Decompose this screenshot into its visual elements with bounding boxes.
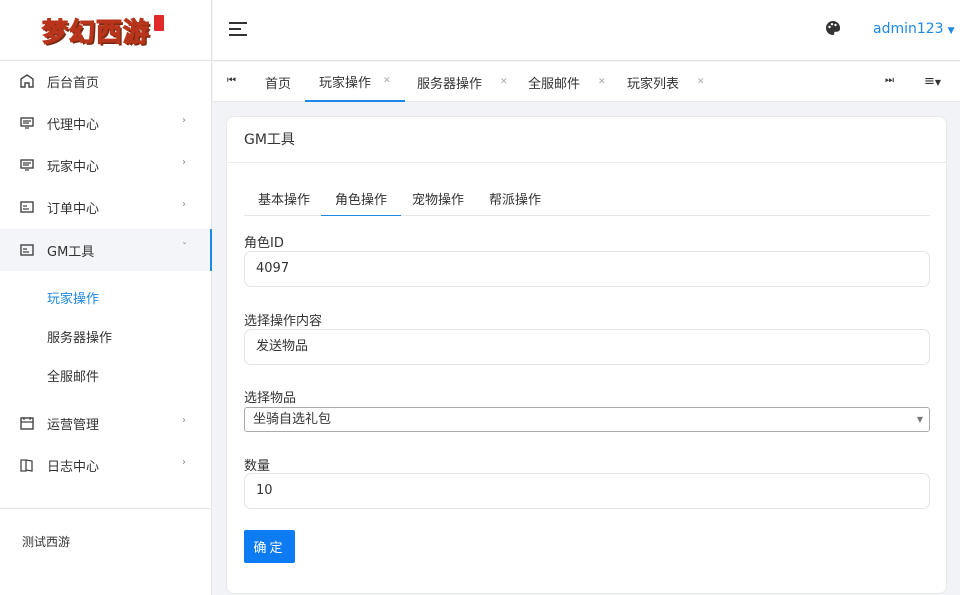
item-select[interactable]: 坐骑自选礼包 ▼ [244, 407, 930, 432]
quantity-input[interactable]: 10 [244, 473, 930, 509]
tab-label: 全服邮件 [528, 76, 581, 92]
card-title: GM工具 [227, 117, 946, 163]
tab-pet-ops[interactable]: 宠物操作 [398, 186, 478, 216]
confirm-button[interactable]: 确定 [244, 530, 295, 563]
sidebar-item-order[interactable]: 订单中心 › [0, 186, 211, 228]
tab-server-ops[interactable]: 服务器操作 ✕ [417, 62, 508, 102]
monitor-icon [19, 157, 35, 173]
tab-label: 玩家列表 [627, 76, 680, 92]
tab-role-ops[interactable]: 角色操作 [321, 186, 402, 216]
sidebar-item-operations[interactable]: 运营管理 › [0, 402, 211, 444]
book-icon [19, 457, 35, 473]
sidebar-item-label: 日志中心 [47, 459, 100, 475]
tab-scroll-right-icon[interactable]: ⏭ [885, 75, 894, 86]
sidebar-divider [0, 508, 211, 509]
sidebar-item-logs[interactable]: 日志中心 › [0, 444, 211, 486]
sidebar-footer: 测试西游 [22, 535, 71, 549]
operation-tabs: 基本操作 角色操作 宠物操作 帮派操作 [244, 186, 930, 216]
tab-guild-ops[interactable]: 帮派操作 [475, 186, 555, 216]
operation-label: 选择操作内容 [244, 314, 323, 329]
tab-global-mail[interactable]: 全服邮件 ✕ [528, 62, 606, 102]
operation-input[interactable]: 发送物品 [244, 329, 930, 365]
home-icon [19, 73, 35, 89]
sidebar-item-gm-tools[interactable]: GM工具 ˇ [0, 229, 212, 271]
quantity-label: 数量 [244, 459, 271, 474]
sidebar: 梦幻西游 后台首页 代理中心 › 玩家中心 › 订单中心 › GM工具 ˇ 玩家… [0, 0, 212, 595]
dropdown-arrow-icon: ▼ [916, 415, 923, 424]
tab-scroll-left-icon[interactable]: ⏮ [227, 75, 236, 86]
card-icon [19, 199, 35, 215]
gm-tools-card: GM工具 基本操作 角色操作 宠物操作 帮派操作 角色ID 4097 选择操作内… [226, 116, 947, 594]
tab-home[interactable]: 首页 [265, 62, 291, 102]
sidebar-subitem-global-mail[interactable]: 全服邮件 [0, 356, 211, 395]
role-id-input[interactable]: 4097 [244, 251, 930, 287]
chevron-right-icon: › [182, 415, 186, 426]
sidebar-subitem-player-ops[interactable]: 玩家操作 [0, 278, 211, 317]
tab-player-list[interactable]: 玩家列表 ✕ [627, 62, 705, 102]
sidebar-submenu: 玩家操作 服务器操作 全服邮件 [0, 278, 211, 395]
tabs-bar: ⏮ 首页 玩家操作 ✕ 服务器操作 ✕ 全服邮件 ✕ 玩家列表 ✕ ⏭ ≡▼ [213, 62, 960, 102]
sidebar-item-label: 后台首页 [47, 75, 100, 91]
sidebar-item-label: 代理中心 [47, 117, 100, 133]
sidebar-item-label: 玩家中心 [47, 159, 100, 175]
sidebar-item-home[interactable]: 后台首页 [0, 60, 211, 102]
logo-text: 梦幻西游 [41, 17, 151, 48]
caret-down-icon: ▼ [947, 26, 955, 36]
tab-options-icon[interactable]: ≡▼ [924, 74, 941, 89]
sidebar-item-player[interactable]: 玩家中心 › [0, 144, 211, 186]
calendar-icon [19, 415, 35, 431]
close-icon[interactable]: ✕ [500, 77, 508, 87]
sidebar-item-label: GM工具 [47, 244, 95, 260]
item-label: 选择物品 [244, 391, 297, 406]
chevron-right-icon: › [182, 457, 186, 468]
user-menu[interactable]: admin123 ▼ [873, 21, 955, 37]
sidebar-item-agent[interactable]: 代理中心 › [0, 102, 211, 144]
tab-label: 服务器操作 [417, 76, 483, 92]
chevron-right-icon: › [182, 157, 186, 168]
close-icon[interactable]: ✕ [598, 77, 606, 87]
close-icon[interactable]: ✕ [383, 76, 391, 86]
tab-player-ops[interactable]: 玩家操作 ✕ [305, 62, 405, 102]
role-id-label: 角色ID [244, 236, 284, 251]
menu-icon[interactable] [229, 22, 247, 36]
chevron-right-icon: › [182, 199, 186, 210]
sidebar-item-label: 运营管理 [47, 417, 100, 433]
monitor-icon [19, 115, 35, 131]
chevron-down-icon: ˇ [182, 242, 187, 253]
tab-label: 首页 [265, 76, 292, 92]
top-header: admin123 ▼ [213, 0, 960, 61]
item-select-value: 坐骑自选礼包 [253, 412, 332, 427]
tab-basic-ops[interactable]: 基本操作 [244, 186, 324, 216]
chevron-right-icon: › [182, 115, 186, 126]
sidebar-item-label: 订单中心 [47, 201, 100, 217]
close-icon[interactable]: ✕ [697, 77, 705, 87]
card-icon [19, 242, 35, 258]
sidebar-subitem-server-ops[interactable]: 服务器操作 [0, 317, 211, 356]
palette-icon[interactable] [825, 20, 841, 40]
username: admin123 [873, 21, 944, 37]
logo-seal [154, 15, 165, 31]
logo[interactable]: 梦幻西游 [0, 0, 211, 61]
tab-label: 玩家操作 [319, 75, 372, 91]
